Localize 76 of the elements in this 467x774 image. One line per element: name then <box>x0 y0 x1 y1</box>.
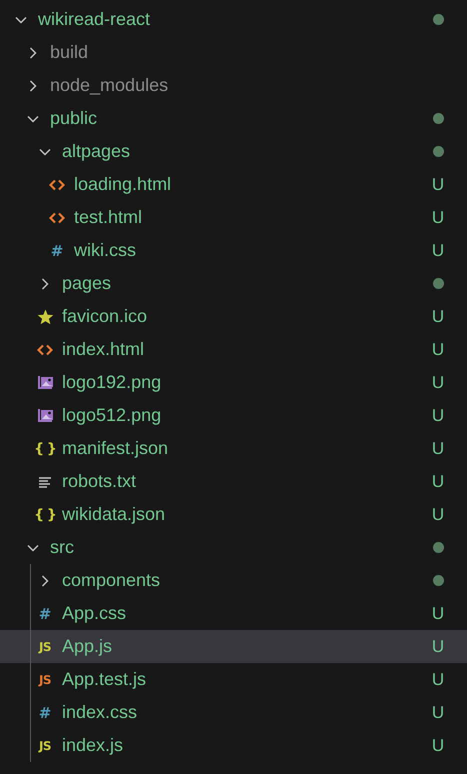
image-icon <box>36 408 54 423</box>
tree-row[interactable]: { } wikidata.json U <box>0 498 467 531</box>
tree-row[interactable]: # index.css U <box>0 696 467 729</box>
folder-name: node_modules <box>50 75 170 96</box>
file-name: wikidata.json <box>62 504 166 525</box>
file-name: index.css <box>62 702 138 723</box>
folder-name: build <box>50 42 90 63</box>
tree-row[interactable]: build <box>0 36 467 69</box>
file-name: logo192.png <box>62 372 162 393</box>
js-icon: JS <box>38 672 52 688</box>
git-status: U <box>431 406 445 426</box>
file-name: wiki.css <box>74 240 137 261</box>
git-status: U <box>431 736 445 756</box>
file-name: loading.html <box>74 174 172 195</box>
code-brackets-icon <box>49 178 65 192</box>
file-name: logo512.png <box>62 405 162 426</box>
js-icon: JS <box>38 638 52 654</box>
git-status: U <box>431 240 445 260</box>
file-name: favicon.ico <box>62 306 148 327</box>
tree-row[interactable]: logo512.png U <box>0 399 467 432</box>
tree-row[interactable]: favicon.ico U <box>0 300 467 333</box>
git-status: U <box>431 372 445 392</box>
git-status: U <box>431 702 445 722</box>
code-brackets-icon <box>49 210 65 224</box>
tree-row[interactable]: public <box>0 102 467 135</box>
git-status: U <box>431 670 445 690</box>
tree-row[interactable]: JS App.test.js U <box>0 663 467 696</box>
star-icon <box>36 308 54 324</box>
braces-icon: { } <box>34 506 56 522</box>
tree-row[interactable]: JS index.js U <box>0 729 467 762</box>
tree-row[interactable]: src <box>0 531 467 564</box>
git-status: U <box>431 306 445 326</box>
text-lines-icon <box>38 474 52 488</box>
file-name: App.css <box>62 603 128 624</box>
git-status: U <box>431 208 445 228</box>
folder-name: wikiread-react <box>38 9 152 30</box>
tree-row[interactable]: JS App.js U <box>0 630 467 663</box>
file-name: index.html <box>62 339 146 360</box>
tree-row[interactable]: node_modules <box>0 69 467 102</box>
folder-name: pages <box>62 273 112 294</box>
image-icon <box>36 375 54 390</box>
file-name: manifest.json <box>62 438 170 459</box>
tree-row[interactable]: { } manifest.json U <box>0 432 467 465</box>
git-status: U <box>431 636 445 656</box>
tree-row[interactable]: loading.html U <box>0 168 467 201</box>
tree-row[interactable]: logo192.png U <box>0 366 467 399</box>
hash-icon: # <box>38 606 52 622</box>
tree-row[interactable]: robots.txt U <box>0 465 467 498</box>
hash-icon: # <box>38 704 52 720</box>
tree-row[interactable]: pages <box>0 267 467 300</box>
folder-name: public <box>50 108 98 129</box>
file-name: App.js <box>62 636 114 657</box>
tree-row[interactable]: index.html U <box>0 333 467 366</box>
tree-row[interactable]: altpages <box>0 135 467 168</box>
file-name: test.html <box>74 207 144 228</box>
git-status: U <box>431 438 445 458</box>
git-status: U <box>431 174 445 194</box>
js-icon: JS <box>38 738 52 754</box>
git-status: U <box>431 340 445 360</box>
braces-icon: { } <box>34 440 56 456</box>
file-name: robots.txt <box>62 471 138 492</box>
folder-name: altpages <box>62 141 132 162</box>
tree-row[interactable]: wikiread-react <box>0 3 467 36</box>
git-status: U <box>431 504 445 524</box>
tree-row[interactable]: components <box>0 564 467 597</box>
code-brackets-icon <box>37 342 53 356</box>
git-status: U <box>431 472 445 492</box>
folder-name: components <box>62 570 162 591</box>
file-name: index.js <box>62 735 124 756</box>
tree-row[interactable]: test.html U <box>0 201 467 234</box>
git-status: U <box>431 604 445 624</box>
file-name: App.test.js <box>62 669 148 690</box>
tree-row[interactable]: # App.css U <box>0 597 467 630</box>
folder-name: src <box>50 537 75 558</box>
tree-row[interactable]: # wiki.css U <box>0 234 467 267</box>
hash-icon: # <box>50 242 64 258</box>
